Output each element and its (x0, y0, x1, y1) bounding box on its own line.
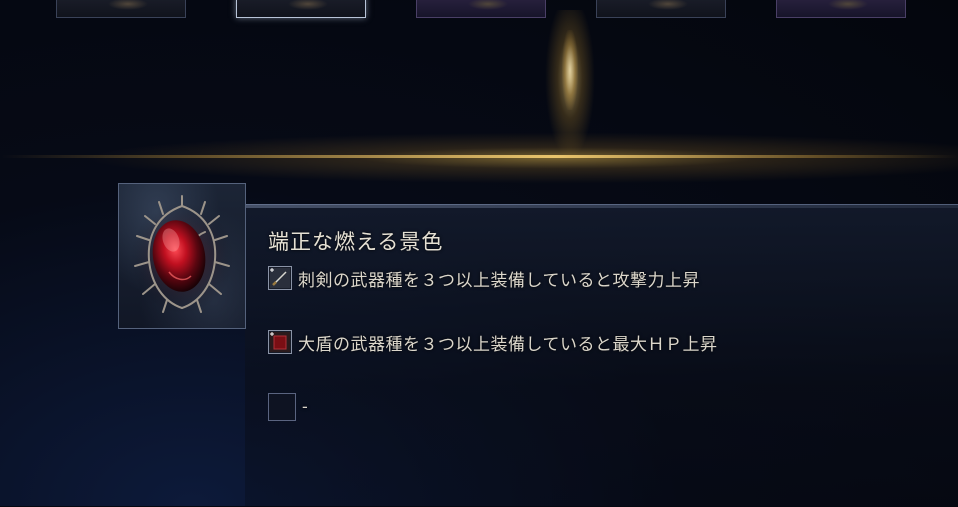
effect-row[interactable]: 大盾の武器種を３つ以上装備していると最大ＨＰ上昇 (268, 328, 718, 356)
light-beam-core (562, 30, 578, 110)
golden-horizon-line (0, 155, 958, 158)
relic-image-frame (118, 183, 246, 329)
relic-name: 端正な燃える景色 (268, 230, 444, 254)
effect-text: 刺剣の武器種を３つ以上装備していると攻撃力上昇 (298, 270, 700, 291)
top-relic-slot-4[interactable] (596, 0, 726, 18)
top-relic-slot-1[interactable] (56, 0, 186, 18)
effect-row[interactable]: - (268, 393, 308, 421)
empty-slot-icon (268, 393, 296, 421)
effect-row[interactable]: 刺剣の武器種を３つ以上装備していると攻撃力上昇 (268, 264, 700, 292)
top-relic-slot-5[interactable] (776, 0, 906, 18)
top-relic-slot-3[interactable] (416, 0, 546, 18)
thrusting-sword-icon (268, 266, 292, 290)
top-relic-slot-2[interactable] (236, 0, 366, 18)
burning-relic-icon (130, 195, 234, 314)
greatshield-icon (268, 330, 292, 354)
golden-horizon-glow (0, 128, 958, 188)
effect-text: - (302, 397, 309, 417)
panel-top-edge (245, 204, 958, 208)
effect-text: 大盾の武器種を３つ以上装備していると最大ＨＰ上昇 (298, 334, 718, 355)
